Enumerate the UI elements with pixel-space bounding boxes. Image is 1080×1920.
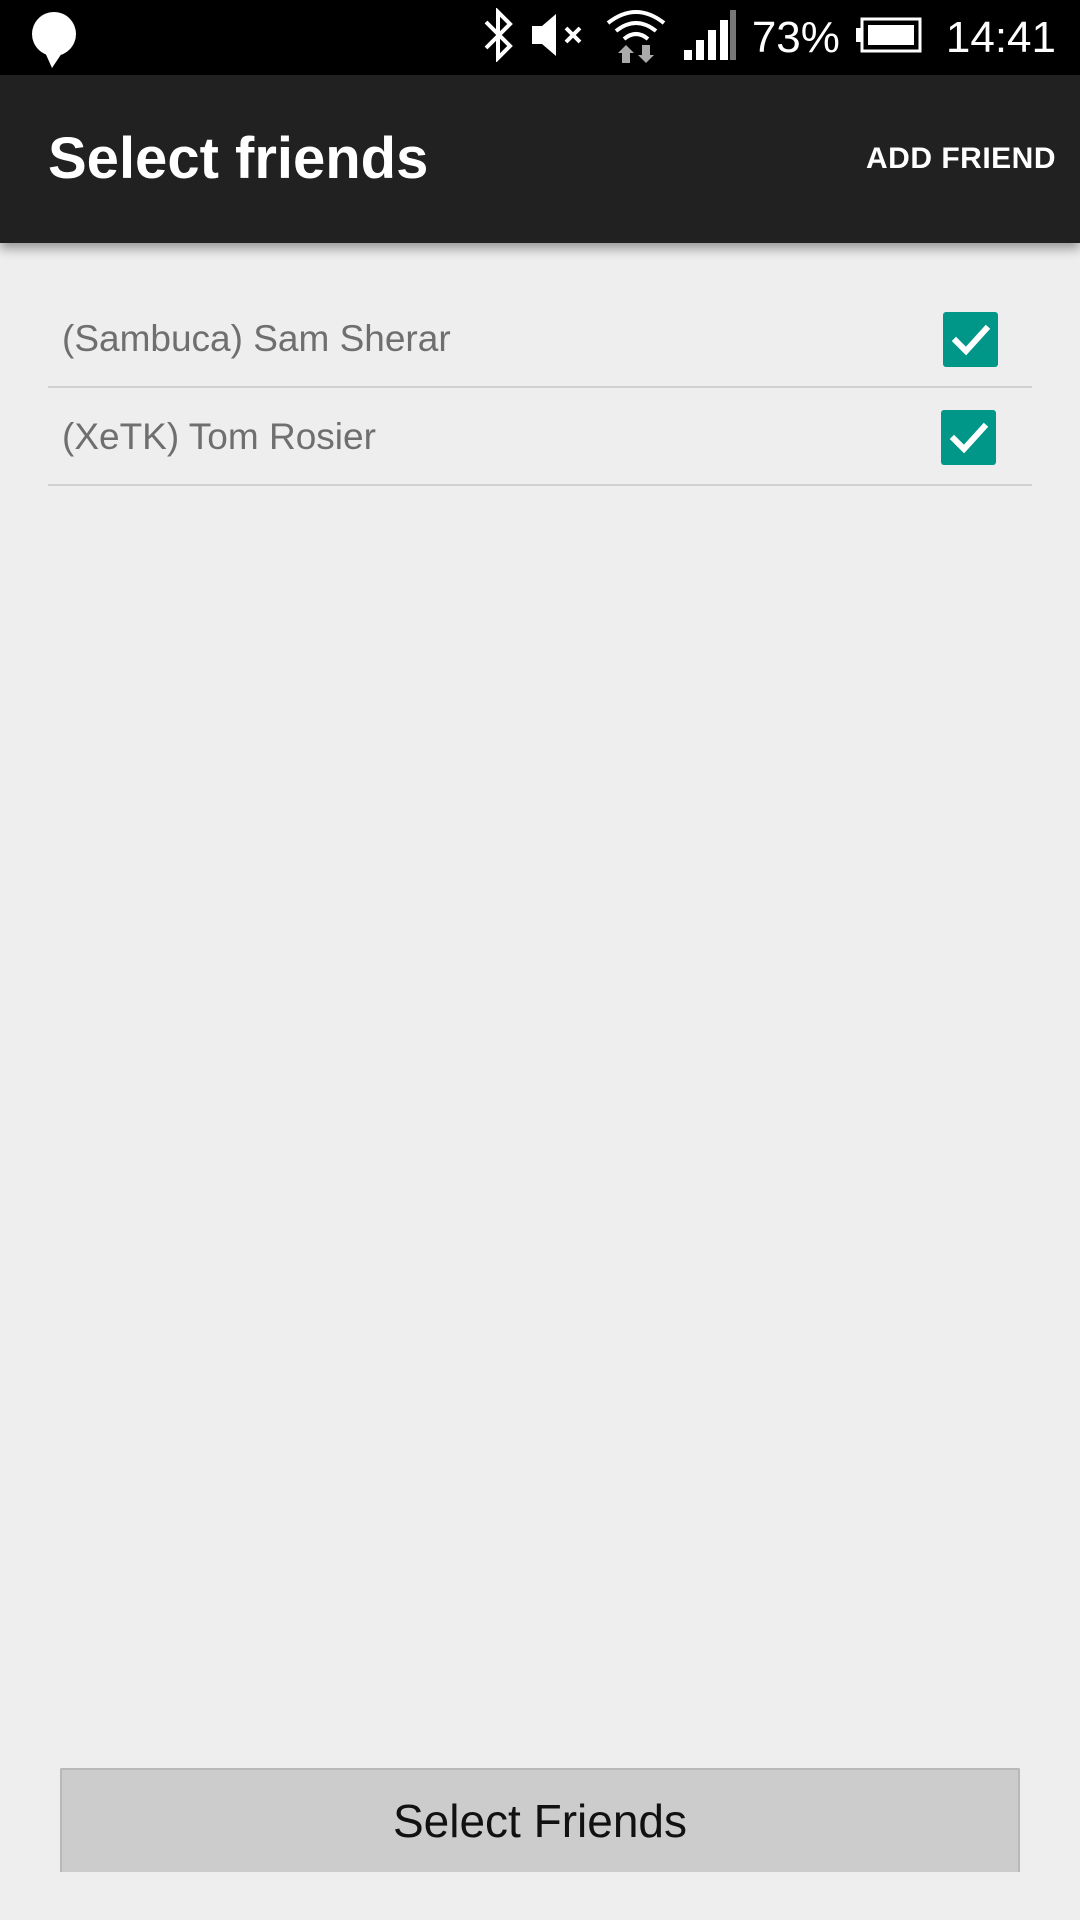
friend-checkbox[interactable]	[941, 410, 996, 465]
friend-name: (XeTK) Tom Rosier	[62, 416, 376, 457]
list-item[interactable]: (XeTK) Tom Rosier	[48, 388, 1032, 486]
status-bar: 73% 14:41	[0, 0, 1080, 75]
checkmark-icon	[951, 324, 990, 355]
add-friend-button[interactable]: ADD FRIEND	[866, 75, 1056, 243]
signal-icon	[682, 8, 738, 67]
wifi-icon	[604, 5, 668, 70]
friend-name: (Sambuca) Sam Sherar	[62, 318, 451, 359]
battery-icon	[854, 16, 922, 59]
checkmark-icon	[949, 422, 988, 453]
location-pin-icon	[28, 10, 80, 68]
mute-icon	[530, 10, 590, 65]
app-bar: Select friends ADD FRIEND	[0, 75, 1080, 243]
friend-checkbox[interactable]	[943, 312, 998, 367]
select-friends-button[interactable]: Select Friends	[60, 1768, 1020, 1872]
clock: 14:41	[945, 13, 1056, 62]
battery-percent: 73%	[751, 13, 840, 62]
bluetooth-icon	[480, 7, 516, 67]
friend-list: (Sambuca) Sam Sherar (XeTK) Tom Rosier	[48, 290, 1032, 486]
page-title: Select friends	[48, 126, 429, 191]
status-icons: 73% 14:41	[480, 0, 1056, 75]
list-item[interactable]: (Sambuca) Sam Sherar	[48, 290, 1032, 388]
